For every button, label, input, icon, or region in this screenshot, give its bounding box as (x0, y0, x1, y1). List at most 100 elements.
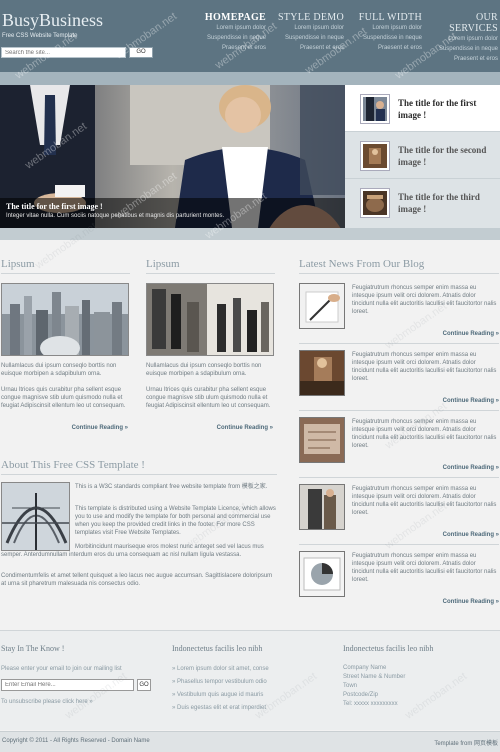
site-header: BusyBusiness Free CSS Website Template G… (0, 0, 500, 72)
column-2-continue-link[interactable]: Continue Reading » (146, 425, 273, 431)
nav-sub-item: Praesent et eros (453, 56, 498, 62)
address-line: Company Name (343, 665, 387, 671)
site-tagline: Free CSS Website Template (2, 33, 78, 39)
footer-bottom-bar: Copyright © 2011 - All Rights Reserved -… (0, 731, 500, 752)
divider (299, 477, 499, 478)
nav-sub-item: Suspendisse in neque (206, 35, 266, 41)
divider (146, 273, 275, 274)
nav-sub-item: Lorem ipsum dolor (372, 25, 422, 31)
news-thumb-meeting[interactable] (299, 350, 345, 396)
nav-homepage-label: HOMEPAGE (204, 12, 266, 23)
column-2-para-1: Nullamlacus dui ipsum conseqlo borttis n… (146, 363, 262, 377)
nav-sub-item: Praesent et eros (221, 45, 266, 51)
address-line: Town (343, 683, 358, 689)
template-credit-link[interactable]: Template from 网页模板 (434, 738, 498, 747)
news-item-2-text: Feugiatrutrum rhoncus semper enim massa … (352, 352, 497, 382)
slider-thumb-2[interactable]: The title for the second image ! (345, 132, 500, 179)
email-field[interactable] (1, 679, 134, 691)
news-thumb-pen[interactable] (299, 283, 345, 329)
copyright-text: Copyright © 2011 - All Rights Reserved -… (2, 738, 150, 744)
slider-caption-text: Integer vitae nulla. Cum sociis natoque … (6, 213, 225, 219)
nav-sub-item: Praesent et eros (299, 45, 344, 51)
news-item-3-text: Feugiatrutrum rhoncus semper enim massa … (352, 419, 497, 449)
footer-link[interactable]: » Vestibulum quis augue id mauris (172, 690, 263, 701)
divider (1, 474, 277, 475)
slider-thumb-image (361, 142, 389, 170)
address-line: Tel: xxxxx xxxxxxxxx (343, 701, 398, 707)
divider (299, 410, 499, 411)
footer-link[interactable]: » Phasellus tempor vestibulum odio (172, 677, 267, 688)
news-thumb-chart[interactable] (299, 551, 345, 597)
slider-thumb-title: The title for the second image ! (398, 145, 487, 167)
slider-thumb-title: The title for the third image ! (398, 192, 480, 214)
nav-style-demo-label: STYLE DEMO (277, 12, 344, 23)
nav-sub-item: Praesent et eros (377, 45, 422, 51)
nav-sub-item: Suspendisse in neque (284, 35, 344, 41)
news-item-4-continue-link[interactable]: Continue Reading » (352, 532, 499, 538)
newsletter-title: Stay In The Know ! (1, 644, 65, 653)
footer-link[interactable]: » Lorem ipsum dolor sit amet, conse (172, 664, 269, 675)
slider-thumb-3[interactable]: The title for the third image ! (345, 179, 500, 226)
divider (299, 343, 499, 344)
unsubscribe-link[interactable]: To unsubscribe please click here » (1, 697, 93, 708)
street-crowd-photo (146, 283, 274, 356)
address-line: Street Name & Number (343, 674, 406, 680)
news-item-2-continue-link[interactable]: Continue Reading » (352, 398, 499, 404)
news-item-1-text: Feugiatrutrum rhoncus semper enim massa … (352, 285, 497, 315)
nav-full-width[interactable]: FULL WIDTH Lorem ipsum dolor Suspendisse… (354, 12, 422, 53)
divider (1, 273, 130, 274)
column-2-title: Lipsum (146, 258, 180, 270)
slider-thumb-title: The title for the first image ! (398, 98, 477, 120)
about-para-2: This template is distributed using a Web… (75, 506, 276, 536)
news-title: Latest News From Our Blog (299, 258, 425, 270)
footer-address-title: Indonectetus facilis leo nibh (343, 644, 434, 653)
nav-sub-item: Lorem ipsum dolor (216, 25, 266, 31)
news-item-4-text: Feugiatrutrum rhoncus semper enim massa … (352, 486, 497, 516)
site-logo[interactable]: BusyBusiness (2, 10, 103, 31)
news-thumb-papers[interactable] (299, 417, 345, 463)
nav-style-demo[interactable]: STYLE DEMO Lorem ipsum dolor Suspendisse… (276, 12, 344, 53)
nav-sub-item: Lorem ipsum dolor (294, 25, 344, 31)
nav-sub-item: Suspendisse in neque (362, 35, 422, 41)
email-subscribe-button[interactable]: GO (137, 679, 151, 691)
slider-caption-title: The title for the first image ! (6, 202, 103, 211)
featured-slider: The title for the first image ! Integer … (0, 85, 500, 228)
news-thumb-business[interactable] (299, 484, 345, 530)
divider (299, 273, 499, 274)
building-atrium-photo (1, 482, 70, 551)
nav-sub-item: Lorem ipsum dolor (448, 36, 498, 42)
about-title: About This Free CSS Template ! (1, 459, 145, 471)
address-line: Postcode/Zip (343, 692, 379, 698)
about-para-1: This is a W3C standards compliant free w… (75, 484, 268, 490)
slider-thumb-image (361, 189, 389, 217)
news-item-5-text: Feugiatrutrum rhoncus semper enim massa … (352, 553, 497, 583)
nav-our-services[interactable]: OUR SERVICES Lorem ipsum dolor Suspendis… (426, 12, 498, 64)
column-1-continue-link[interactable]: Continue Reading » (1, 425, 128, 431)
about-para-4: Condimentumfelis et amet tellent quisque… (1, 573, 273, 587)
column-1-title: Lipsum (1, 258, 35, 270)
news-item-5-continue-link[interactable]: Continue Reading » (352, 599, 499, 605)
search-input[interactable] (1, 47, 126, 58)
nav-sub-item: Suspendisse in neque (438, 46, 498, 52)
slider-thumb-1[interactable]: The title for the first image ! (345, 85, 500, 132)
search-button[interactable]: GO (129, 47, 153, 58)
nav-our-services-label: OUR SERVICES (449, 12, 498, 34)
news-item-1-continue-link[interactable]: Continue Reading » (352, 331, 499, 337)
footer-link[interactable]: » Duis egestas elit et erat imperdiet (172, 703, 266, 714)
news-item-3-continue-link[interactable]: Continue Reading » (352, 465, 499, 471)
footer-links-title: Indonectetus facilis leo nibh (172, 644, 263, 653)
nav-full-width-label: FULL WIDTH (358, 12, 422, 23)
city-skyline-photo (1, 283, 129, 356)
newsletter-text: Please enter your email to join our mail… (1, 666, 122, 672)
column-2-para-2: Urnau ltrices quis curabitur pha sellent… (146, 387, 271, 409)
header-band (0, 72, 500, 85)
slider-caption: The title for the first image ! Integer … (0, 198, 345, 228)
slider-thumb-image (361, 95, 389, 123)
column-1-para-1: Nullamlacus dui ipsum conseqlo borttis n… (1, 363, 117, 377)
column-1-para-2: Urnau ltrices quis curabitur pha sellent… (1, 387, 126, 409)
divider (299, 544, 499, 545)
nav-homepage[interactable]: HOMEPAGE Lorem ipsum dolor Suspendisse i… (204, 12, 266, 53)
slider-main-image[interactable]: The title for the first image ! Integer … (0, 85, 345, 228)
section-divider (0, 228, 500, 240)
about-para-3: Morbitincidunt mauriseque eros molest nu… (1, 544, 264, 558)
